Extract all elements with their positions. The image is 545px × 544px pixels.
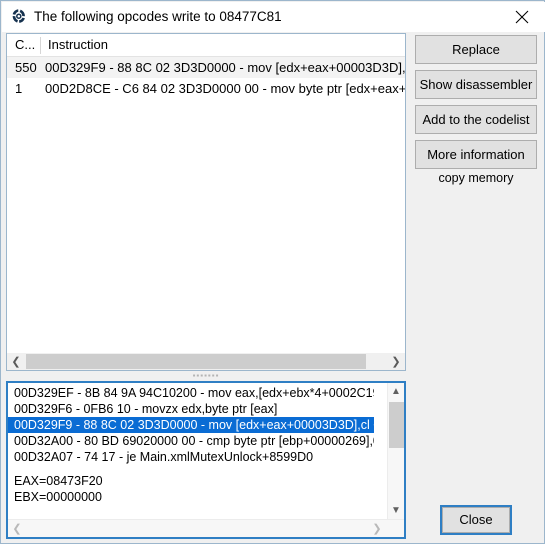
register-eax: EAX=08473F20 [14, 474, 103, 488]
disassembly-line[interactable]: 00D32A00 - 80 BD 69020000 00 - cmp byte … [8, 433, 374, 449]
show-disassembler-button[interactable]: Show disassembler [415, 70, 537, 99]
more-information-button[interactable]: More information [415, 140, 537, 169]
scrollbar-thumb[interactable] [26, 354, 366, 369]
window-title: The following opcodes write to 08477C81 [34, 9, 282, 24]
scrollbar-thumb[interactable] [389, 402, 404, 448]
chevron-left-icon[interactable]: ❮ [7, 353, 25, 370]
disassembly-line[interactable]: 00D329EF - 8B 84 9A 94C10200 - mov eax,[… [8, 385, 374, 401]
title-bar: The following opcodes write to 08477C81 [2, 2, 545, 32]
table-row[interactable]: 1 00D2D8CE - C6 84 02 3D3D0000 00 - mov … [7, 78, 405, 99]
column-header-count[interactable]: C... [15, 34, 41, 56]
row-instruction: 00D329F9 - 88 8C 02 3D3D0000 - mov [edx+… [45, 60, 406, 75]
register-values: EAX=08473F20 EBX=00000000 [8, 473, 374, 505]
disassembly-vertical-scrollbar[interactable]: ▲ ▼ [387, 383, 404, 519]
row-count: 1 [15, 81, 23, 96]
column-header-instruction[interactable]: Instruction [48, 34, 398, 56]
disassembly-lines: 00D329EF - 8B 84 9A 94C10200 - mov eax,[… [8, 385, 374, 505]
register-ebx: EBX=00000000 [14, 490, 102, 504]
panel-splitter[interactable]: ▪▪▪▪▪▪▪ [6, 372, 406, 380]
disassembly-panel[interactable]: 00D329EF - 8B 84 9A 94C10200 - mov eax,[… [6, 381, 406, 539]
cheat-engine-icon [10, 8, 28, 26]
disassembly-horizontal-scrollbar[interactable]: ❮ ❯ [8, 519, 404, 537]
add-to-codelist-button[interactable]: Add to the codelist [415, 105, 537, 134]
chevron-right-icon[interactable]: ❯ [368, 520, 386, 537]
replace-button[interactable]: Replace [415, 35, 537, 64]
close-button[interactable]: Close [440, 505, 512, 535]
disassembly-line[interactable]: 00D329F6 - 0FB6 10 - movzx edx,byte ptr … [8, 401, 374, 417]
close-icon[interactable] [499, 2, 545, 32]
row-instruction: 00D2D8CE - C6 84 02 3D3D0000 00 - mov by… [45, 81, 406, 96]
opcode-finder-dialog: The following opcodes write to 08477C81 … [0, 0, 545, 544]
disassembly-line-selected[interactable]: 00D329F9 - 88 8C 02 3D3D0000 - mov [edx+… [8, 417, 374, 433]
row-count: 550 [15, 60, 37, 75]
opcode-list[interactable]: C... Instruction 550 00D329F9 - 88 8C 02… [6, 33, 406, 371]
table-row[interactable]: 550 00D329F9 - 88 8C 02 3D3D0000 - mov [… [7, 57, 405, 78]
column-divider[interactable] [40, 37, 41, 54]
disassembly-line[interactable]: 00D32A07 - 74 17 - je Main.xmlMutexUnloc… [8, 449, 374, 465]
copy-memory-label[interactable]: copy memory [415, 170, 537, 187]
list-horizontal-scrollbar[interactable]: ❮ ❯ [7, 352, 405, 370]
chevron-left-icon[interactable]: ❮ [8, 520, 26, 537]
list-header: C... Instruction [7, 34, 405, 57]
chevron-down-icon[interactable]: ▼ [388, 502, 404, 519]
splitter-grip: ▪▪▪▪▪▪▪ [192, 371, 220, 380]
chevron-right-icon[interactable]: ❯ [387, 353, 405, 370]
chevron-up-icon[interactable]: ▲ [388, 383, 404, 400]
